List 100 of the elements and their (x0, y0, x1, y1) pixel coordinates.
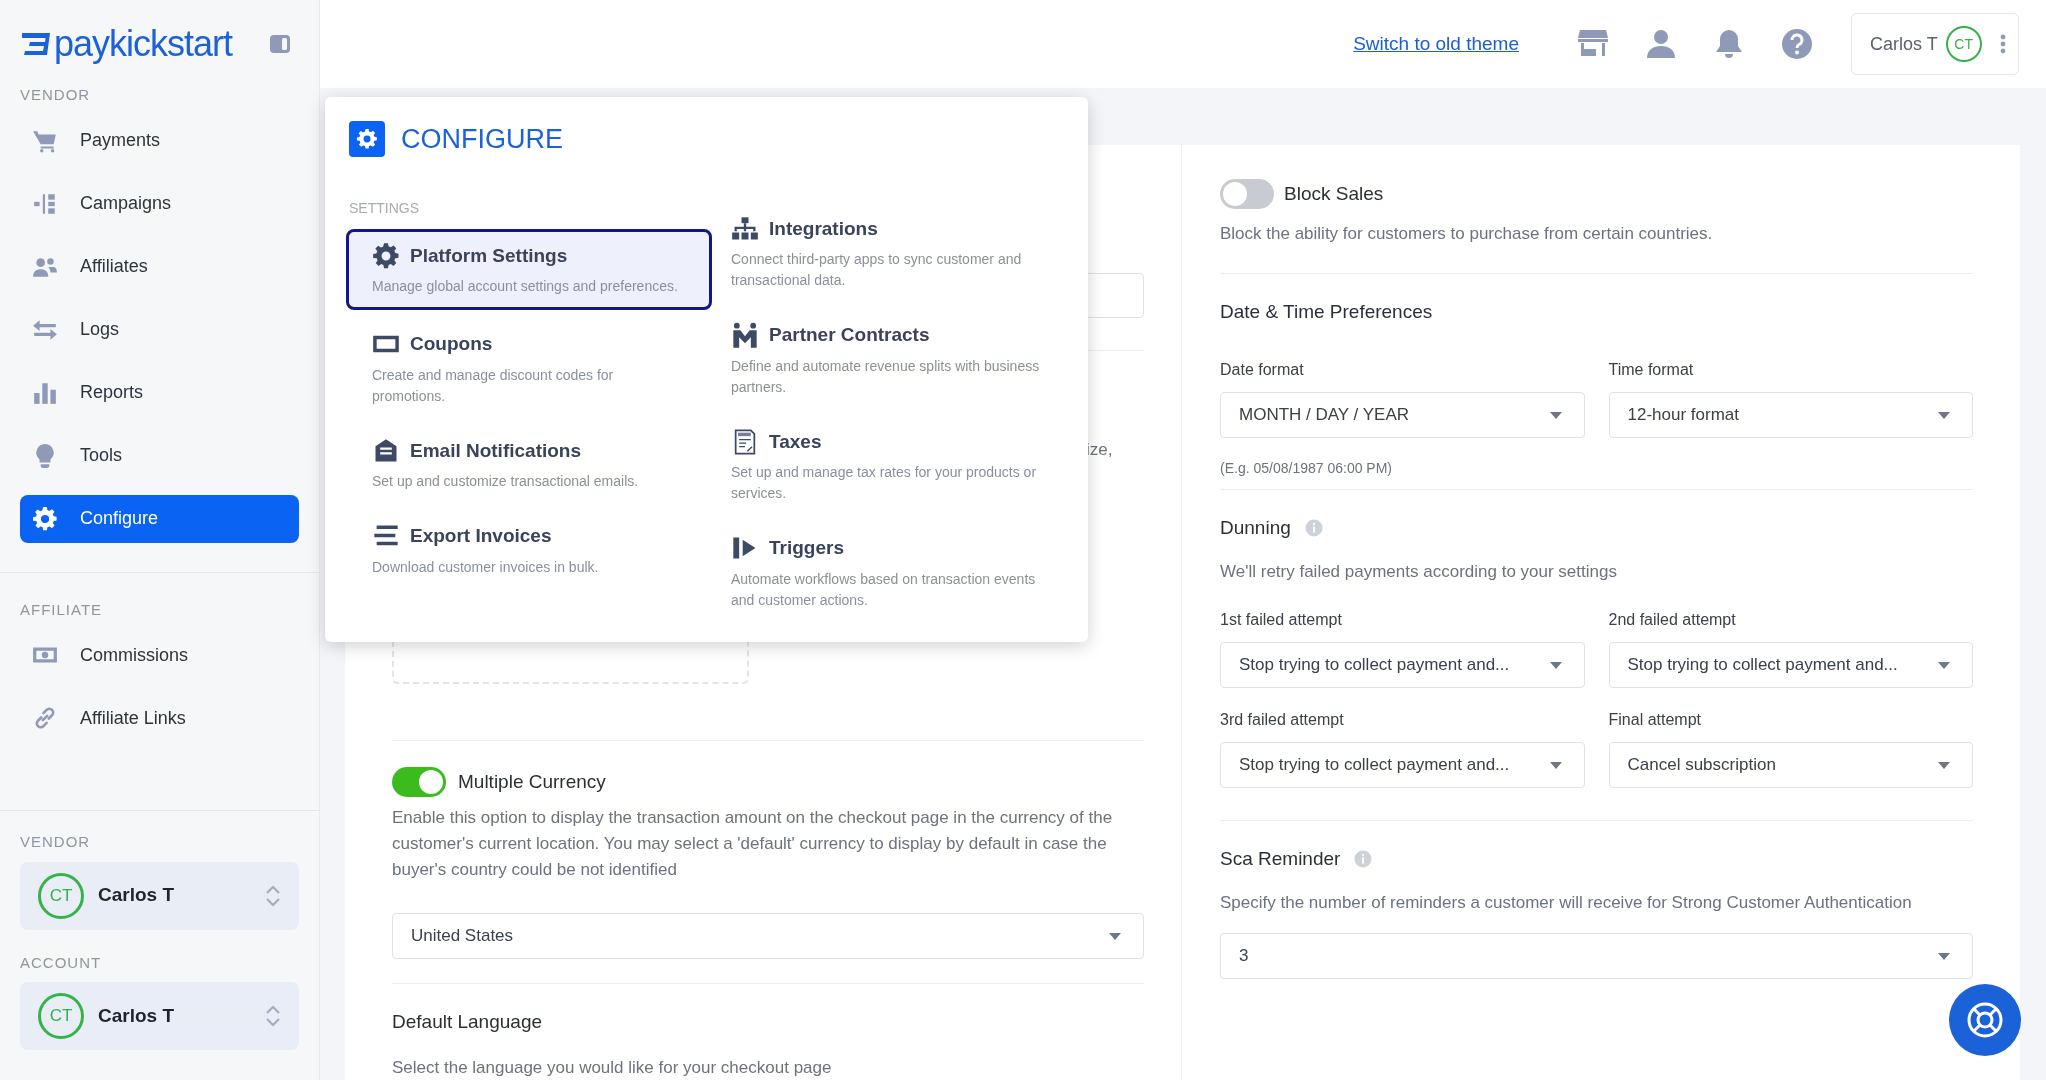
menu-item[interactable]: Taxes Set up and manage tax rates for your products or services. (731, 417, 1058, 514)
menu-item-title: Integrations (769, 216, 878, 241)
switch-theme-link[interactable]: Switch to old theme (1353, 29, 1519, 59)
menu-item-title: Taxes (769, 429, 822, 454)
toggle-label: Block Sales (1284, 181, 1384, 206)
menu-item-title: Email Notifications (410, 438, 582, 463)
field-label: 3rd failed attempt (1220, 710, 1345, 730)
dropdown-caret-icon (1549, 661, 1562, 669)
select-field[interactable]: Stop trying to collect payment and... (1220, 642, 1585, 688)
panel-toggle-icon (269, 34, 291, 54)
menu-item-description: Set up and customize transactional emails. (372, 472, 640, 491)
select-field[interactable]: MONTH / DAY / YEAR (1220, 392, 1585, 438)
sidebar-item[interactable]: Campaigns (20, 179, 299, 228)
toggle-switch[interactable] (1220, 179, 1274, 209)
dropdown-caret-icon (1938, 761, 1950, 769)
account-switcher[interactable]: CT Carlos T (20, 982, 299, 1050)
dropdown-caret-icon (1938, 952, 1950, 960)
menu-item-description: Set up and manage tax rates for your products or services. (731, 463, 1038, 503)
menu-item-title: Partner Contracts (769, 323, 930, 347)
select-field[interactable]: United States (392, 913, 1144, 959)
section-heading: SETTINGS (349, 198, 420, 218)
bell-icon (1713, 28, 1745, 60)
dropdown-caret-icon (1938, 661, 1950, 669)
menu-title: CONFIGURE (401, 123, 563, 156)
sidebar-item[interactable]: Tools (20, 431, 299, 480)
info-icon (1354, 850, 1373, 869)
user-icon (1645, 28, 1677, 60)
sidebar-item[interactable]: Affiliate Links (20, 694, 299, 742)
help-icon (1781, 28, 1813, 60)
section-heading: VENDOR (20, 832, 92, 852)
field-label: Date format (1220, 360, 1305, 380)
menu-item[interactable]: Export Invoices Download customer invoices in bulk. (349, 512, 709, 588)
sidebar-item[interactable]: Logs (20, 305, 299, 354)
select-field[interactable]: Cancel subscription (1608, 742, 1973, 788)
section-title: Default Language (392, 1010, 543, 1034)
settings-icon (349, 121, 385, 158)
menu-item[interactable]: Integrations Connect third-party apps to sync customer and transactional data. (731, 204, 1058, 301)
user-menu[interactable]: Carlos T CT (1851, 13, 2019, 75)
info-icon (1304, 519, 1323, 538)
menu-item[interactable]: Email Notifications Set up and customize transactional emails. (349, 426, 709, 502)
description-text: Specify the number of reminders a customer will receive for Strong Customer Authentication (1220, 891, 1913, 914)
section-title: Date & Time Preferences (1220, 299, 1434, 324)
more-vertical-icon (1999, 34, 2006, 54)
sidebar-item[interactable]: Affiliates (20, 242, 299, 291)
sitemap-icon (731, 214, 759, 243)
avatar: CT (38, 872, 84, 919)
avatar: CT (1945, 26, 1982, 62)
toggle-switch[interactable] (392, 767, 446, 797)
menu-item-description: Connect third-party apps to sync customer and transactional data. (731, 250, 1023, 290)
settings-icon (372, 241, 400, 270)
menu-item-title: Export Invoices (410, 524, 552, 548)
chevron-up-down-icon (265, 883, 281, 908)
section-title: Sca Reminder (1220, 847, 1341, 871)
select-field[interactable]: Stop trying to collect payment and... (1608, 642, 1973, 688)
logo-text: paykickstart (54, 26, 233, 62)
sidebar-item[interactable]: Commissions (20, 631, 299, 679)
bell-button[interactable] (1713, 28, 1745, 60)
description-text: Enable this option to display the transaction amount on the checkout page in the currency of the customer's current location. You may select a 'default' currency to display by default in case the buyer's country could be not identified (392, 807, 1114, 881)
menu-item-description: Automate workflows based on transaction events and customer actions. (731, 569, 1037, 610)
dropdown-caret-icon (1938, 411, 1950, 419)
settings-icon (32, 505, 58, 532)
description-text: We'll retry failed payments according to your settings (1220, 560, 1618, 583)
section-title: Dunning (1220, 516, 1291, 540)
user-button[interactable] (1645, 28, 1677, 60)
menu-item-title: Triggers (769, 536, 844, 560)
menu-item[interactable]: Coupons Create and manage discount codes for promotions. (349, 320, 709, 417)
field-label: 2nd failed attempt (1608, 610, 1737, 630)
avatar: CT (38, 993, 84, 1039)
section-heading: AFFILIATE (20, 599, 104, 620)
account-name: Carlos T (98, 883, 176, 908)
select-field[interactable]: 3 (1220, 933, 1973, 979)
menu-item[interactable]: Triggers Automate workflows based on transaction events and customer actions. (731, 524, 1058, 621)
menu-item-title: Platform Settings (410, 243, 568, 268)
dropdown-caret-icon (1109, 932, 1121, 940)
sidebar-item[interactable]: Configure (20, 494, 299, 543)
help-button[interactable] (1781, 28, 1813, 60)
description-text: Block the ability for customers to purchase from certain countries. (1220, 223, 1714, 245)
menu-item-description: Download customer invoices in bulk. (372, 557, 600, 577)
example-text: (E.g. 05/08/1987 06:00 PM) (1220, 459, 1393, 478)
chevron-up-down-icon (265, 1004, 281, 1028)
sidebar-item[interactable]: Reports (20, 368, 299, 417)
menu-item-description: Create and manage discount codes for promotions. (372, 365, 615, 406)
menu-item-description: Manage global account settings and preferences. (372, 277, 679, 296)
menu-item-description: Define and automate revenue splits with business partners. (731, 356, 1041, 397)
menu-item[interactable]: Partner Contracts Define and automate revenue splits with business partners. (731, 311, 1058, 408)
account-switcher[interactable]: CT Carlos T (20, 861, 299, 930)
field-label: 1st failed attempt (1220, 610, 1343, 630)
select-field[interactable]: Stop trying to collect payment and... (1220, 742, 1585, 788)
select-field[interactable]: 12-hour format (1608, 392, 1973, 438)
lifebuoy-icon (1965, 1000, 2005, 1040)
sidebar-item[interactable]: Payments (20, 116, 299, 165)
menu-item[interactable]: Platform Settings Manage global account settings and preferences. (346, 228, 712, 310)
section-heading: VENDOR (20, 85, 92, 105)
user-name: Carlos T (1870, 32, 1938, 56)
field-label: Time format (1608, 360, 1695, 380)
menu-item-title: Coupons (410, 332, 493, 356)
dropdown-caret-icon (1549, 761, 1562, 769)
toggle-label: Multiple Currency (458, 769, 606, 794)
people-icon (731, 321, 759, 350)
dropdown-caret-icon (1549, 411, 1562, 419)
